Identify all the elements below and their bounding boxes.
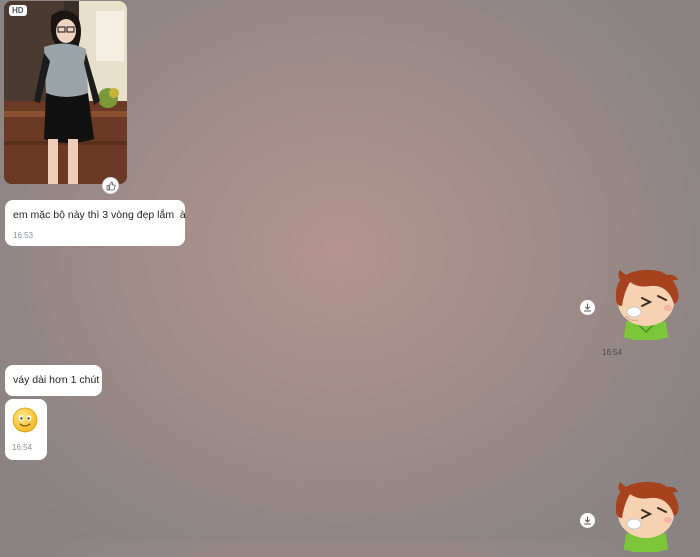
sneezing-boy-sticker[interactable] [608,474,684,557]
download-icon[interactable] [580,300,595,315]
smiley-emoji [12,407,38,433]
message-bubble[interactable]: váy dài hơn 1 chút [5,365,102,396]
chat-view: HD em mặc bộ này thì 3 vòng đẹp lắm à 16… [0,0,700,553]
photo-image [4,1,127,184]
message-text: em mặc bộ này thì 3 vòng đẹp lắm à [13,209,186,221]
thumbs-up-icon[interactable] [102,177,119,194]
message-time: 16:54 [12,443,33,452]
message-time: 16:53 [13,231,34,240]
message-text: váy dài hơn 1 chút [13,374,100,386]
download-icon[interactable] [580,513,595,528]
message-bubble[interactable]: em mặc bộ này thì 3 vòng đẹp lắm à 16:53 [5,200,186,246]
hd-badge: HD [9,5,27,16]
photo-message[interactable]: HD [4,1,127,184]
sneezing-boy-sticker[interactable] [608,262,684,345]
emoji-message[interactable]: 16:54 [5,399,47,460]
message-time: 16:54 [602,348,623,357]
